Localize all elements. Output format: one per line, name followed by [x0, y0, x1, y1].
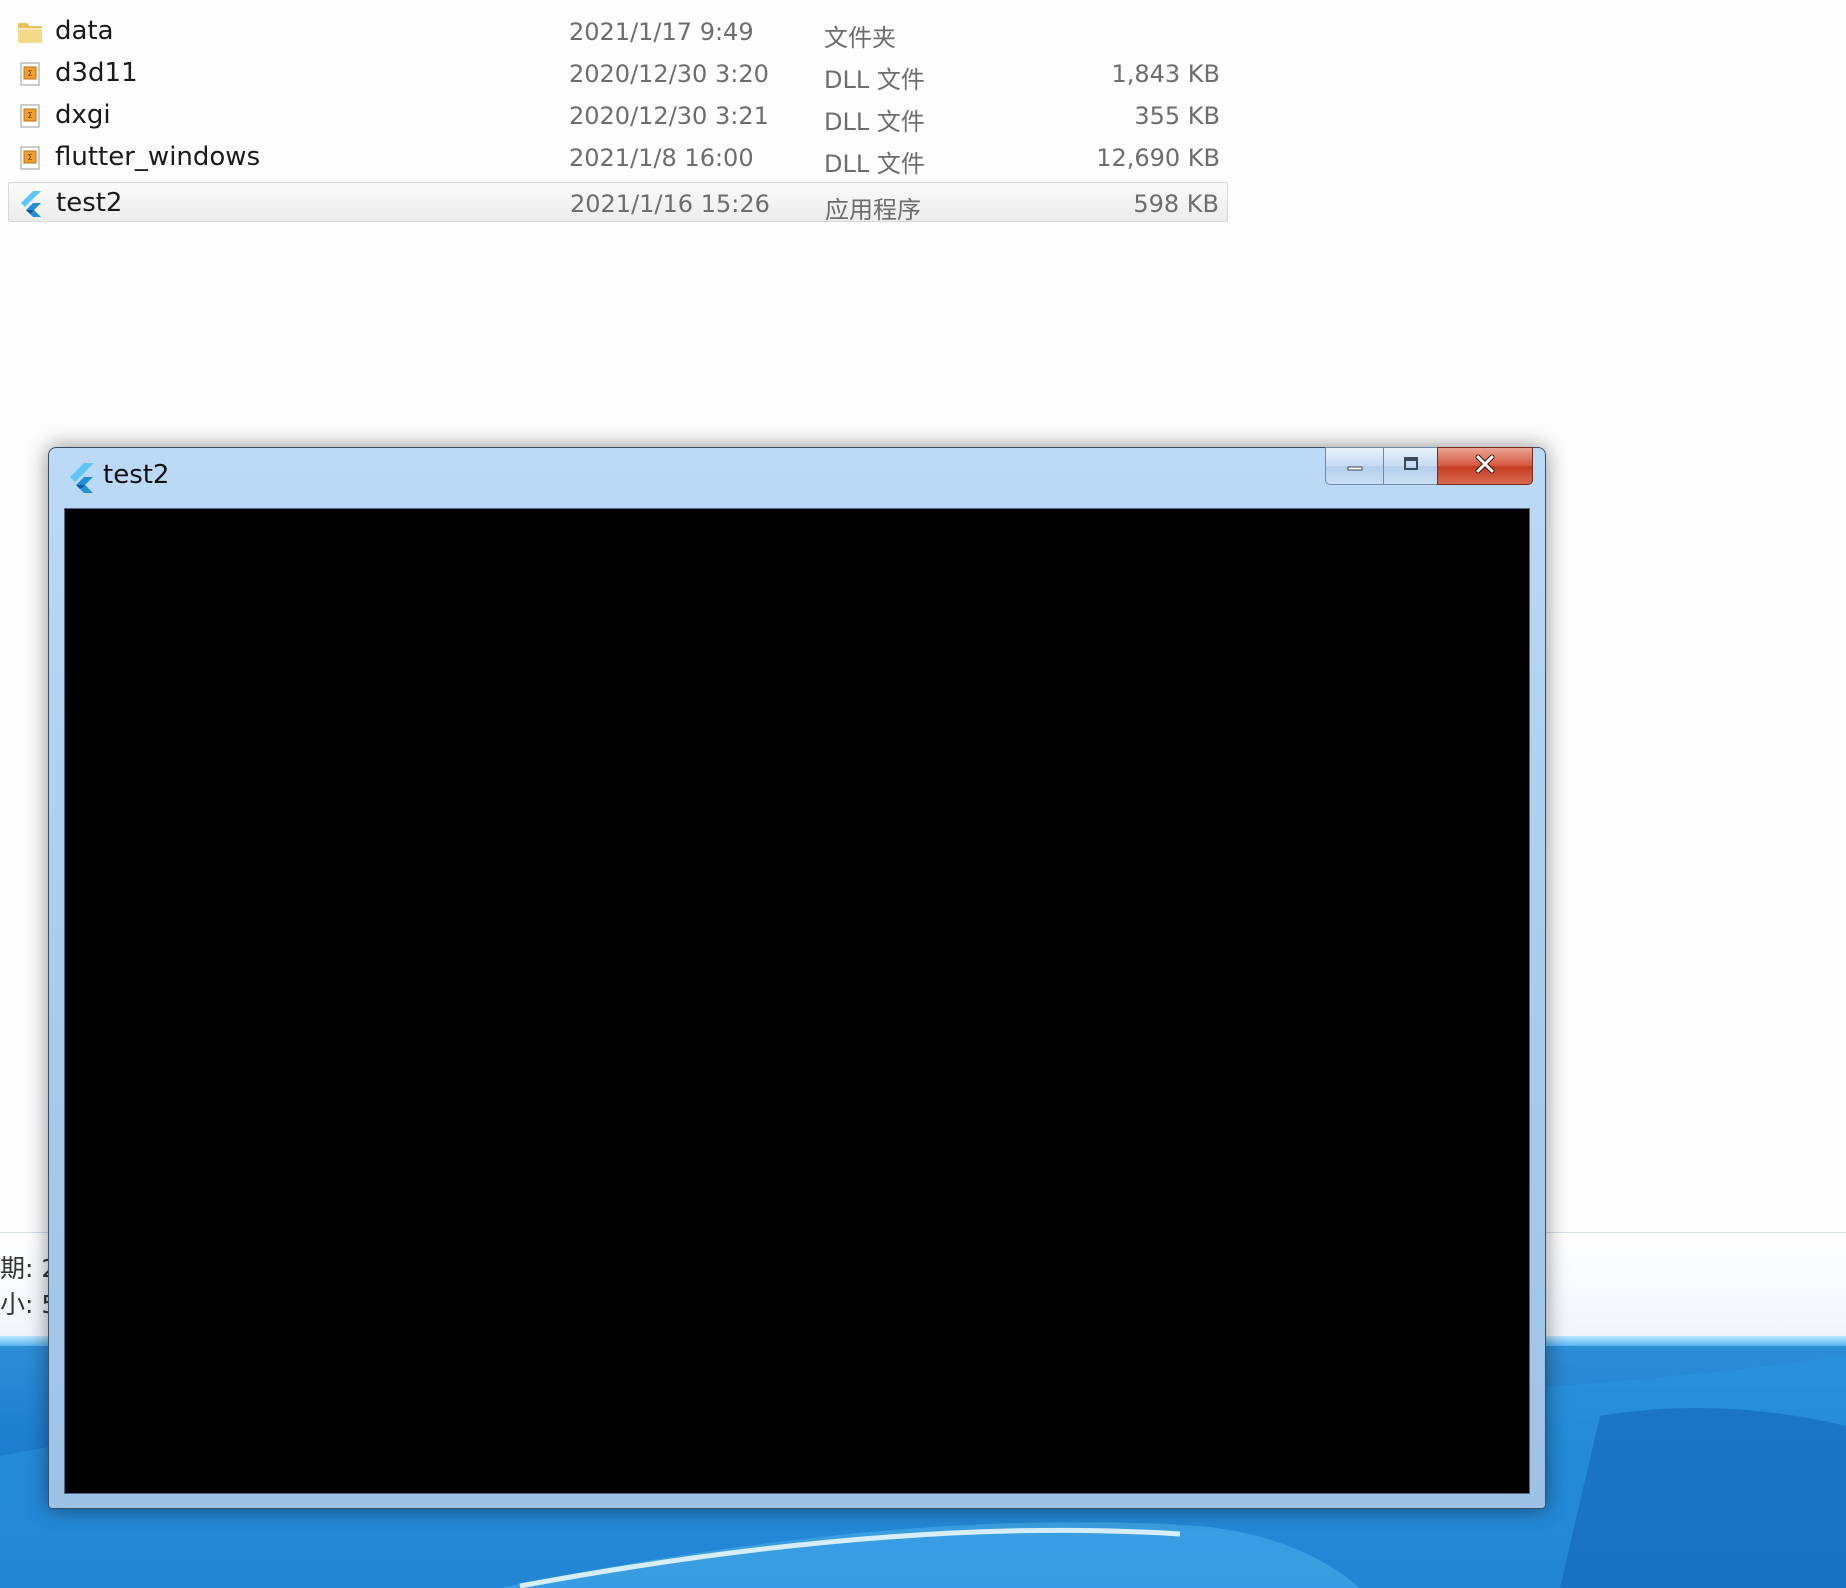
file-row-test2[interactable]: test2 2021/1/16 15:26 应用程序 598 KB [8, 182, 1228, 224]
file-type: 文件夹 [824, 24, 896, 52]
app-window[interactable]: test2 [48, 447, 1546, 1509]
file-type: DLL 文件 [824, 66, 925, 94]
svg-text:Σ: Σ [27, 111, 32, 120]
folder-icon [16, 18, 44, 46]
flutter-logo-icon [67, 462, 97, 494]
dll-file-icon: Σ [16, 60, 44, 88]
dll-file-icon: Σ [16, 144, 44, 172]
file-date: 2021/1/16 15:26 [570, 190, 770, 218]
maximize-button[interactable] [1383, 447, 1437, 485]
file-row-d3d11[interactable]: Σ d3d11 2020/12/30 3:20 DLL 文件 1,843 KB [8, 53, 1228, 94]
file-type: DLL 文件 [824, 150, 925, 178]
file-name: dxgi [55, 100, 111, 130]
file-name: test2 [56, 188, 123, 218]
file-size: 12,690 KB [1096, 144, 1220, 172]
file-name: data [55, 16, 114, 46]
file-size: 355 KB [1134, 102, 1220, 130]
caption-buttons [1325, 447, 1533, 487]
file-date: 2020/12/30 3:20 [569, 60, 769, 88]
file-name: flutter_windows [55, 142, 261, 172]
file-type: DLL 文件 [824, 108, 925, 136]
file-size: 598 KB [1133, 190, 1219, 218]
file-date: 2021/1/17 9:49 [569, 18, 754, 46]
app-client-area[interactable] [64, 508, 1530, 1494]
file-row-dxgi[interactable]: Σ dxgi 2020/12/30 3:21 DLL 文件 355 KB [8, 95, 1228, 136]
flutter-app-icon [17, 190, 45, 218]
svg-text:Σ: Σ [27, 69, 32, 78]
file-row-data[interactable]: data 2021/1/17 9:49 文件夹 [8, 11, 1228, 52]
file-size: 1,843 KB [1111, 60, 1220, 88]
maximize-icon [1401, 454, 1421, 478]
minimize-button[interactable] [1325, 447, 1383, 485]
file-date: 2020/12/30 3:21 [569, 102, 769, 130]
close-button[interactable] [1437, 447, 1533, 485]
close-icon [1474, 454, 1496, 478]
file-type: 应用程序 [825, 196, 921, 224]
title-bar[interactable]: test2 [49, 447, 1545, 506]
window-title: test2 [103, 460, 170, 490]
dll-file-icon: Σ [16, 102, 44, 130]
file-name: d3d11 [55, 58, 138, 88]
file-row-flutter-windows[interactable]: Σ flutter_windows 2021/1/8 16:00 DLL 文件 … [8, 137, 1228, 178]
svg-text:Σ: Σ [27, 153, 32, 162]
file-date: 2021/1/8 16:00 [569, 144, 754, 172]
minimize-icon [1345, 454, 1365, 478]
